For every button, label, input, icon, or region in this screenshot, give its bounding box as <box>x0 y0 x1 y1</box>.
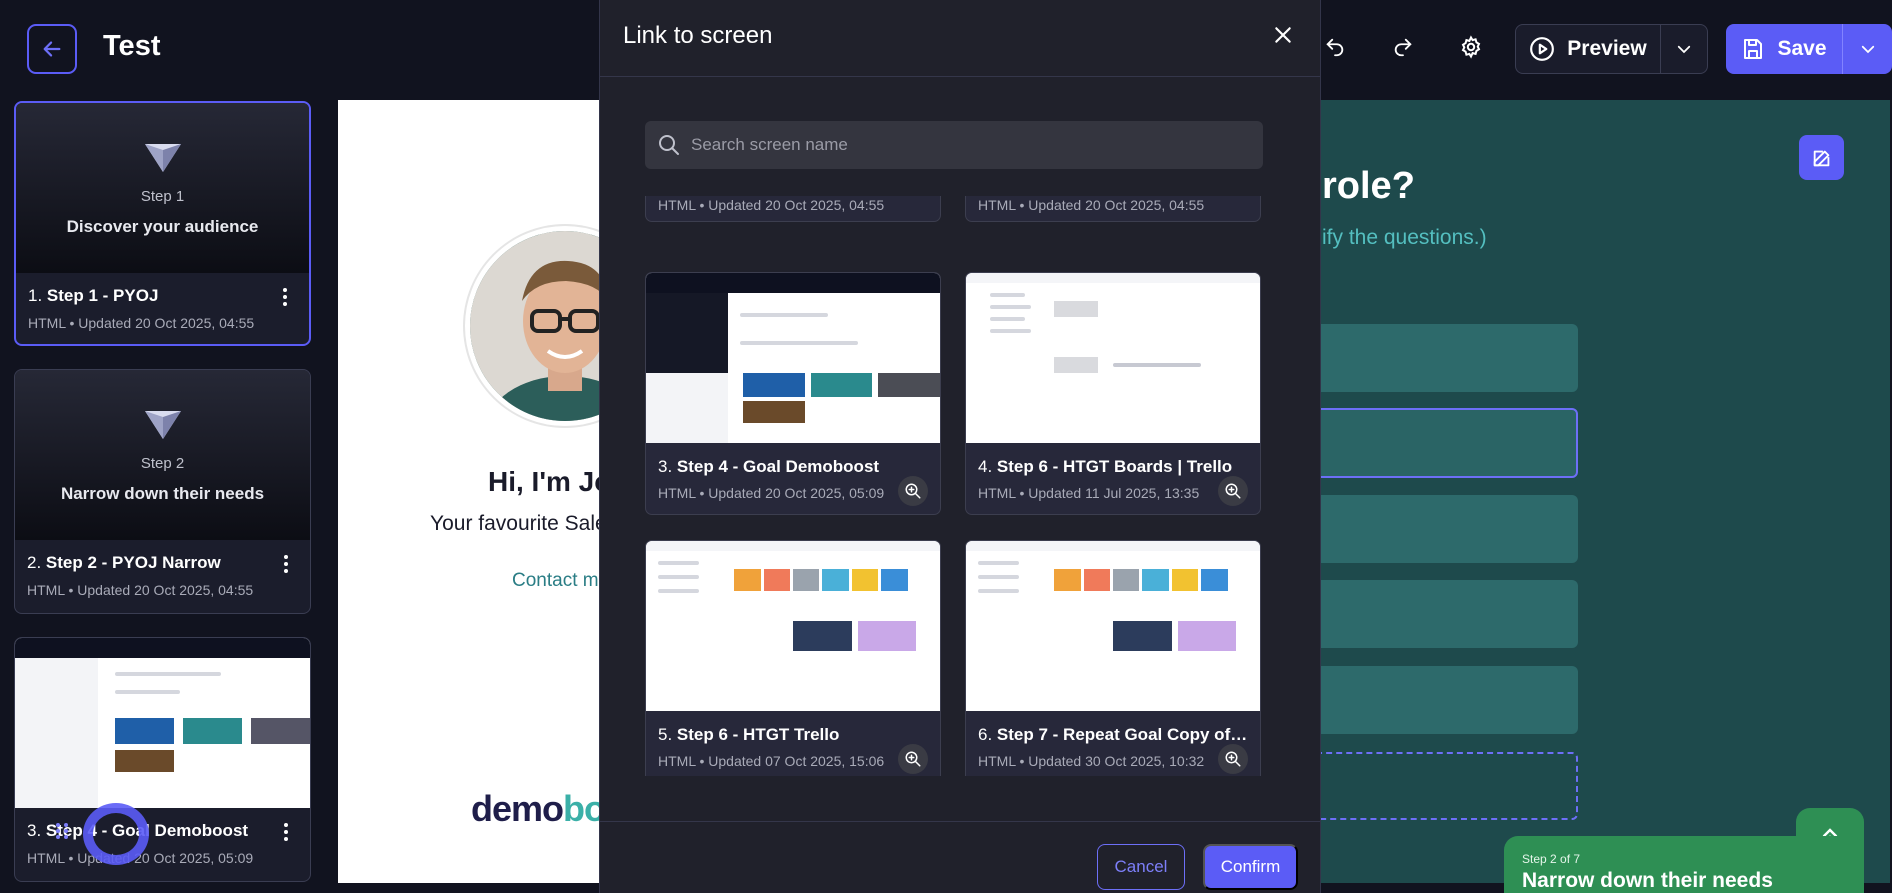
undo-icon <box>1326 38 1344 57</box>
screen-tile[interactable]: 5. Step 6 - HTGT Trello HTML • Updated 0… <box>645 540 941 776</box>
screen-tile[interactable]: HTML • Updated 20 Oct 2025, 04:55 <box>645 196 941 222</box>
answer-option[interactable] <box>1300 580 1578 648</box>
link-to-screen-modal: Link to screen HTML • Updated 20 Oct 202… <box>599 0 1321 893</box>
screen-tile[interactable]: 4. Step 6 - HTGT Boards | Trello HTML • … <box>965 272 1261 515</box>
tile-name: 4. Step 6 - HTGT Boards | Trello <box>978 457 1233 476</box>
screen-thumbnail: Step 2 Narrow down their needs <box>15 370 310 540</box>
zoom-in-icon <box>905 751 921 767</box>
screen-card[interactable]: Step 2 Narrow down their needs 2. Step 2… <box>14 369 311 614</box>
screen-tile[interactable]: 3. Step 4 - Goal Demoboost HTML • Update… <box>645 272 941 515</box>
gem-logo-icon <box>144 410 181 439</box>
modal-title: Link to screen <box>623 22 773 49</box>
answer-option-selected[interactable] <box>1300 408 1578 478</box>
edit-icon <box>1813 150 1829 166</box>
close-button[interactable] <box>1268 20 1298 50</box>
add-option-placeholder[interactable] <box>1300 752 1578 820</box>
save-dropdown-button[interactable] <box>1842 24 1892 74</box>
brand-logo: demobo <box>471 788 606 829</box>
tile-meta: HTML • Updated 07 Oct 2025, 15:06 <box>658 753 885 769</box>
screen-tile[interactable]: 6. Step 7 - Repeat Goal Copy of Tre... H… <box>965 540 1261 776</box>
tile-name: 6. Step 7 - Repeat Goal Copy of Tre... <box>978 725 1250 744</box>
back-button[interactable] <box>27 24 77 74</box>
screen-thumbnail: Step 1 Discover your audience <box>16 103 309 273</box>
thumb-step: Step 1 <box>140 187 185 205</box>
screen-name: 1. Step 1 - PYOJ <box>28 286 159 305</box>
screen-card[interactable]: Step 1 Discover your audience 1. Step 1 … <box>14 101 311 346</box>
zoom-in-icon <box>905 483 921 499</box>
tile-meta: HTML • Updated 30 Oct 2025, 10:32 <box>978 753 1205 769</box>
tile-name: 5. Step 6 - HTGT Trello <box>658 725 840 744</box>
save-button-group: Save <box>1726 24 1892 74</box>
search-icon <box>659 135 679 155</box>
screen-tile[interactable]: HTML • Updated 20 Oct 2025, 04:55 <box>965 196 1261 222</box>
redo-button[interactable] <box>1386 30 1420 64</box>
cursor-highlight <box>83 803 149 865</box>
cancel-button[interactable]: Cancel <box>1097 844 1185 890</box>
question-subtitle: ify the questions.) <box>1322 226 1487 249</box>
more-options-icon[interactable] <box>276 821 296 843</box>
answer-option[interactable] <box>1300 324 1578 392</box>
screen-grid: HTML • Updated 20 Oct 2025, 04:55 HTML •… <box>600 196 1320 776</box>
step-title: Narrow down their needs <box>1522 869 1773 892</box>
tile-meta: HTML • Updated 20 Oct 2025, 05:09 <box>658 485 885 501</box>
search-box <box>645 121 1263 169</box>
tile-meta: HTML • Updated 20 Oct 2025, 04:55 <box>658 197 885 213</box>
chevron-down-icon <box>1677 45 1691 54</box>
thumb-title: Discover your audience <box>66 216 259 236</box>
role-text: Your favourite Sale <box>430 512 607 535</box>
question-heading: role? <box>1322 165 1415 207</box>
preview-label: Preview <box>1567 37 1647 60</box>
page-title: Test <box>103 30 161 62</box>
step-counter: Step 2 of 7 <box>1522 852 1581 866</box>
zoom-in-button[interactable] <box>1218 744 1248 774</box>
answer-option[interactable] <box>1300 666 1578 734</box>
zoom-in-icon <box>1225 751 1241 767</box>
gem-logo-icon <box>144 143 181 172</box>
screen-card[interactable]: 3. Step 4 - Goal Demoboost HTML • Update… <box>14 637 311 882</box>
tile-meta: HTML • Updated 11 Jul 2025, 13:35 <box>978 485 1200 501</box>
zoom-in-button[interactable] <box>1218 476 1248 506</box>
tile-thumbnail <box>966 541 1260 711</box>
screen-name: 2. Step 2 - PYOJ Narrow <box>27 553 221 572</box>
search-input[interactable] <box>691 121 1251 169</box>
play-circle-icon <box>1530 37 1555 61</box>
screen-meta: HTML • Updated 20 Oct 2025, 04:55 <box>28 315 255 331</box>
confirm-button[interactable]: Confirm <box>1203 844 1298 890</box>
tile-thumbnail <box>646 541 940 711</box>
save-button[interactable]: Save <box>1726 24 1842 74</box>
step-progress-card[interactable]: Step 2 of 7 Narrow down their needs <box>1504 836 1864 893</box>
undo-button[interactable] <box>1318 30 1352 64</box>
screen-thumbnail <box>15 638 310 808</box>
save-label: Save <box>1777 37 1827 60</box>
tile-thumbnail <box>966 273 1260 443</box>
zoom-in-button[interactable] <box>898 744 928 774</box>
thumb-step: Step 2 <box>140 454 185 472</box>
zoom-in-button[interactable] <box>898 476 928 506</box>
thumb-title: Narrow down their needs <box>60 483 265 503</box>
zoom-in-icon <box>1225 483 1241 499</box>
tile-name: 3. Step 4 - Goal Demoboost <box>658 457 880 476</box>
contact-link[interactable]: Contact m <box>512 570 599 592</box>
greeting-heading: Hi, I'm Jo <box>488 466 612 497</box>
close-icon <box>1275 27 1291 43</box>
tile-meta: HTML • Updated 20 Oct 2025, 04:55 <box>978 197 1205 213</box>
preview-button[interactable]: Preview <box>1516 25 1660 73</box>
chevron-down-icon <box>1861 45 1874 54</box>
preview-dropdown-button[interactable] <box>1660 25 1707 73</box>
settings-button[interactable] <box>1454 30 1488 64</box>
drag-handle-icon[interactable] <box>55 822 69 840</box>
preview-button-group: Preview <box>1515 24 1708 74</box>
screen-meta: HTML • Updated 20 Oct 2025, 04:55 <box>27 582 254 598</box>
gear-icon <box>1461 35 1481 59</box>
save-icon <box>1744 39 1763 59</box>
redo-icon <box>1394 38 1412 57</box>
arrow-left-icon <box>43 41 61 57</box>
tile-thumbnail <box>646 273 940 443</box>
modal-header: Link to screen <box>600 0 1320 77</box>
more-options-icon[interactable] <box>276 553 296 575</box>
more-options-icon[interactable] <box>275 286 295 308</box>
answer-option[interactable] <box>1300 495 1578 563</box>
edit-button[interactable] <box>1799 135 1844 180</box>
